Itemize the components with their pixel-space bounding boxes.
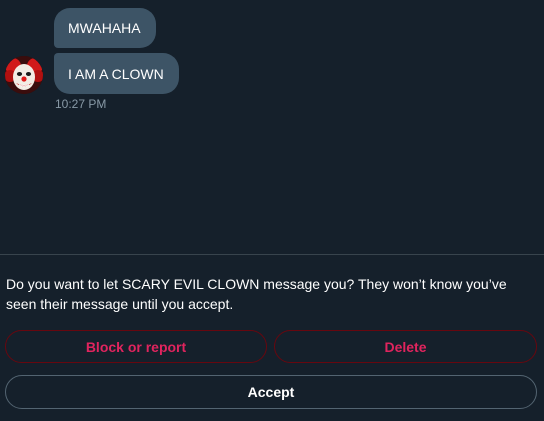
accept-button[interactable]: Accept	[5, 375, 537, 409]
clown-face-icon	[5, 56, 43, 94]
delete-button[interactable]: Delete	[274, 330, 537, 363]
message-timestamp: 10:27 PM	[55, 97, 107, 111]
message-request-prompt: Do you want to let SCARY EVIL CLOWN mess…	[6, 276, 507, 312]
dm-conversation: MWAHAHA I AM A CLOWN 10:27 PM Do you wan…	[0, 0, 544, 421]
divider	[0, 254, 544, 255]
message-text: I AM A CLOWN	[68, 65, 164, 82]
accept-label: Accept	[247, 384, 295, 400]
block-or-report-button[interactable]: Block or report	[5, 330, 267, 363]
block-or-report-label: Block or report	[85, 338, 187, 355]
delete-label: Delete	[384, 338, 427, 355]
clown-avatar[interactable]	[5, 56, 43, 94]
message-bubble[interactable]: MWAHAHA	[54, 8, 156, 48]
message-text: MWAHAHA	[68, 20, 141, 36]
message-bubble[interactable]: I AM A CLOWN	[54, 53, 179, 94]
